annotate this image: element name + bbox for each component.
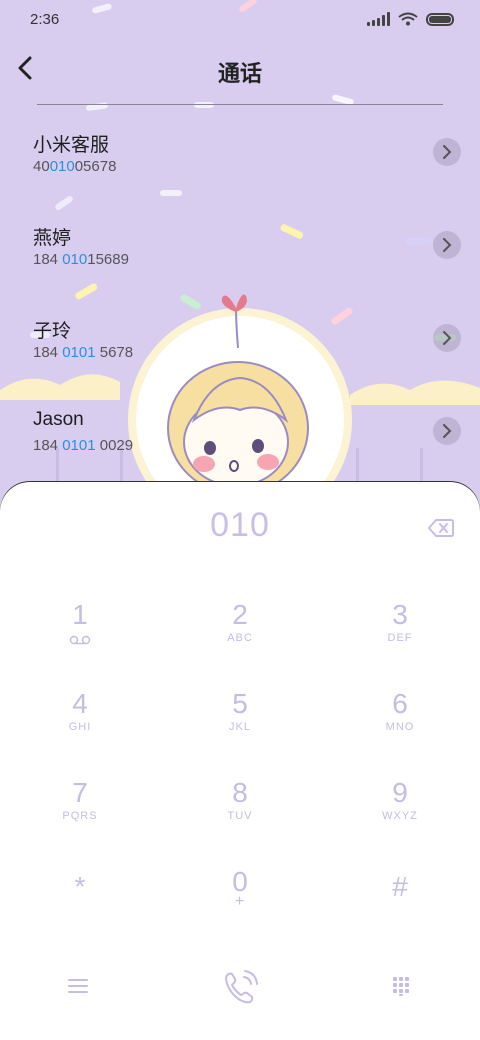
key-digit: 6: [392, 688, 408, 719]
key-digit: 8: [232, 777, 248, 808]
delete-button[interactable]: [428, 518, 454, 538]
key-letters: JKL: [229, 721, 251, 733]
chevron-right-icon: [443, 238, 452, 252]
dial-key-1[interactable]: 1: [20, 600, 140, 670]
key-digit: #: [392, 871, 408, 902]
voicemail-icon: [69, 635, 91, 645]
key-digit: 1: [72, 599, 88, 630]
key-letters: +: [234, 893, 246, 910]
contact-detail-button[interactable]: [433, 417, 461, 445]
app-header: 通话: [0, 40, 480, 104]
dial-key-7[interactable]: 7 PQRS: [20, 778, 140, 848]
dial-key-6[interactable]: 6 MNO: [340, 689, 460, 759]
battery-icon: [426, 12, 454, 26]
contact-name: 燕婷: [33, 228, 72, 249]
cellular-signal-icon: [367, 12, 390, 26]
key-digit: *: [74, 871, 86, 902]
wifi-icon: [398, 12, 418, 26]
dial-input-display[interactable]: 010: [0, 506, 480, 545]
keypad-toggle-button[interactable]: [391, 976, 411, 996]
key-letters: MNO: [385, 721, 415, 733]
contact-detail-button[interactable]: [433, 138, 461, 166]
key-digit: 5: [232, 688, 248, 719]
chevron-right-icon: [443, 424, 452, 438]
dialpad-sheet: 010 1 2 ABC 3 DEF 4 GHI 5 JKL 6 MNO 7 PQ…: [0, 482, 480, 1040]
contact-row[interactable]: 燕婷 184 01015689: [0, 223, 480, 313]
menu-icon: [68, 979, 88, 993]
key-digit: 3: [392, 599, 408, 630]
contact-row[interactable]: 小米客服 4001005678: [0, 130, 480, 220]
dial-key-2[interactable]: 2 ABC: [180, 600, 300, 670]
contact-name: 小米客服: [33, 135, 110, 156]
key-digit: 7: [72, 777, 88, 808]
contact-row[interactable]: 子玲 184 0101 5678: [0, 316, 480, 406]
contact-name: 子玲: [33, 321, 72, 342]
key-digit: 9: [392, 777, 408, 808]
key-digit: 2: [232, 599, 248, 630]
contact-number: 184 0101 5678: [33, 344, 134, 361]
dial-key-hash[interactable]: #: [340, 872, 460, 942]
contact-number: 184 0101 0029: [33, 437, 134, 454]
contact-detail-button[interactable]: [433, 324, 461, 352]
status-bar: 2:36: [0, 0, 480, 40]
status-icons: [367, 12, 454, 26]
keypad-grid-icon: [393, 977, 409, 996]
chevron-right-icon: [443, 145, 452, 159]
dial-key-4[interactable]: 4 GHI: [20, 689, 140, 759]
key-digit: 4: [72, 688, 88, 719]
contact-name: Jason: [33, 409, 84, 430]
call-button[interactable]: [220, 968, 260, 1008]
chevron-right-icon: [443, 331, 452, 345]
page-title: 通话: [217, 62, 262, 87]
key-letters: ABC: [227, 632, 253, 644]
dial-key-0[interactable]: 0 +: [180, 867, 300, 937]
dial-key-8[interactable]: 8 TUV: [180, 778, 300, 848]
menu-button[interactable]: [66, 976, 90, 996]
contact-number: 4001005678: [33, 158, 117, 175]
key-letters: TUV: [227, 810, 253, 822]
backspace-icon: [428, 519, 454, 537]
header-divider: [37, 104, 443, 105]
key-letters: WXYZ: [382, 810, 418, 822]
dial-key-9[interactable]: 9 WXYZ: [340, 778, 460, 848]
key-letters: PQRS: [62, 810, 98, 822]
phone-call-icon: [225, 970, 258, 1004]
status-time: 2:36: [30, 11, 60, 28]
dial-key-star[interactable]: *: [20, 872, 140, 942]
key-letters: DEF: [387, 632, 413, 644]
contact-number: 184 01015689: [33, 251, 129, 268]
key-letters: GHI: [68, 721, 92, 733]
contact-detail-button[interactable]: [433, 231, 461, 259]
dial-key-3[interactable]: 3 DEF: [340, 600, 460, 670]
dial-key-5[interactable]: 5 JKL: [180, 689, 300, 759]
